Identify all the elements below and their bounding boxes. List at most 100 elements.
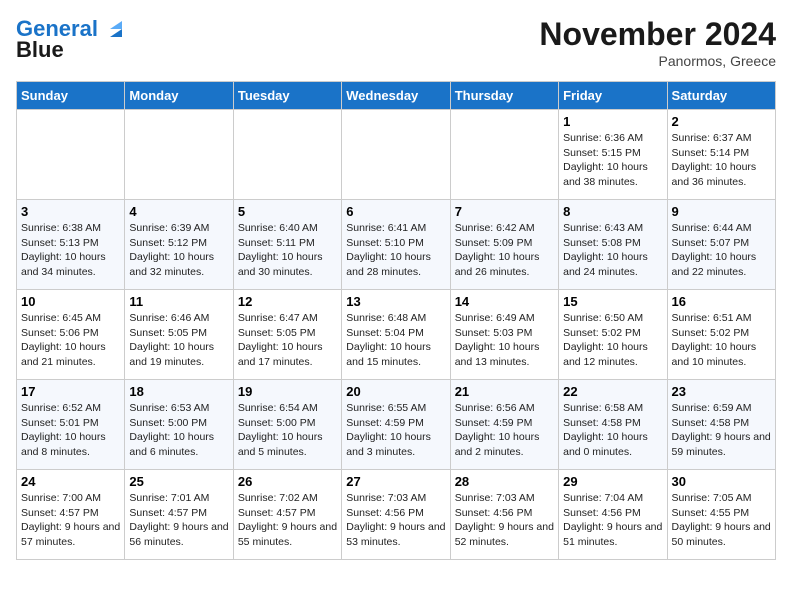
day-info: Sunrise: 6:49 AM Sunset: 5:03 PM Dayligh… — [455, 311, 554, 370]
day-cell: 9 Sunrise: 6:44 AM Sunset: 5:07 PM Daylig… — [667, 200, 775, 290]
day-number: 14 — [455, 294, 554, 309]
day-info: Sunrise: 6:36 AM Sunset: 5:15 PM Dayligh… — [563, 131, 662, 190]
day-cell — [233, 110, 341, 200]
logo-icon — [104, 19, 126, 41]
calendar-table: SundayMondayTuesdayWednesdayThursdayFrid… — [16, 81, 776, 560]
day-cell: 1Sunrise: 6:36 AM Sunset: 5:15 PM Daylig… — [559, 110, 667, 200]
day-info: Sunrise: 6:38 AM Sunset: 5:13 PM Dayligh… — [21, 221, 120, 280]
day-cell: 10Sunrise: 6:45 AM Sunset: 5:06 PM Dayli… — [17, 290, 125, 380]
day-number: 10 — [21, 294, 120, 309]
day-cell — [125, 110, 233, 200]
day-cell: 29Sunrise: 7:04 AM Sunset: 4:56 PM Dayli… — [559, 470, 667, 560]
day-cell: 26Sunrise: 7:02 AM Sunset: 4:57 PM Dayli… — [233, 470, 341, 560]
day-info: Sunrise: 6:40 AM Sunset: 5:11 PM Dayligh… — [238, 221, 337, 280]
day-number: 18 — [129, 384, 228, 399]
day-info: Sunrise: 7:04 AM Sunset: 4:56 PM Dayligh… — [563, 491, 662, 550]
day-cell: 12 Sunrise: 6:47 AM Sunset: 5:05 PM Dayli… — [233, 290, 341, 380]
day-info: Sunrise: 6:58 AM Sunset: 4:58 PM Dayligh… — [563, 401, 662, 460]
day-number: 16 — [672, 294, 771, 309]
day-number: 13 — [346, 294, 445, 309]
day-info: Sunrise: 7:05 AM Sunset: 4:55 PM Dayligh… — [672, 491, 771, 550]
day-cell: 13 Sunrise: 6:48 AM Sunset: 5:04 PM Dayli… — [342, 290, 450, 380]
day-number: 3 — [21, 204, 120, 219]
day-number: 15 — [563, 294, 662, 309]
column-header-wednesday: Wednesday — [342, 82, 450, 110]
logo: General Blue — [16, 16, 126, 63]
day-cell: 3 Sunrise: 6:38 AM Sunset: 5:13 PM Daylig… — [17, 200, 125, 290]
day-cell: 18Sunrise: 6:53 AM Sunset: 5:00 PM Dayli… — [125, 380, 233, 470]
day-info: Sunrise: 6:55 AM Sunset: 4:59 PM Dayligh… — [346, 401, 445, 460]
day-number: 30 — [672, 474, 771, 489]
day-cell: 5 Sunrise: 6:40 AM Sunset: 5:11 PM Daylig… — [233, 200, 341, 290]
day-cell: 19 Sunrise: 6:54 AM Sunset: 5:00 PM Dayli… — [233, 380, 341, 470]
day-number: 4 — [129, 204, 228, 219]
day-info: Sunrise: 6:41 AM Sunset: 5:10 PM Dayligh… — [346, 221, 445, 280]
day-number: 28 — [455, 474, 554, 489]
day-info: Sunrise: 6:44 AM Sunset: 5:07 PM Dayligh… — [672, 221, 771, 280]
day-cell: 25Sunrise: 7:01 AM Sunset: 4:57 PM Dayli… — [125, 470, 233, 560]
title-block: November 2024 Panormos, Greece — [539, 16, 776, 69]
location: Panormos, Greece — [539, 53, 776, 69]
day-cell: 8 Sunrise: 6:43 AM Sunset: 5:08 PM Daylig… — [559, 200, 667, 290]
day-number: 8 — [563, 204, 662, 219]
column-header-thursday: Thursday — [450, 82, 558, 110]
day-number: 17 — [21, 384, 120, 399]
header-row: SundayMondayTuesdayWednesdayThursdayFrid… — [17, 82, 776, 110]
day-cell: 2 Sunrise: 6:37 AM Sunset: 5:14 PM Daylig… — [667, 110, 775, 200]
column-header-saturday: Saturday — [667, 82, 775, 110]
day-info: Sunrise: 6:48 AM Sunset: 5:04 PM Dayligh… — [346, 311, 445, 370]
day-number: 2 — [672, 114, 771, 129]
day-info: Sunrise: 7:03 AM Sunset: 4:56 PM Dayligh… — [455, 491, 554, 550]
day-cell: 15 Sunrise: 6:50 AM Sunset: 5:02 PM Dayli… — [559, 290, 667, 380]
day-info: Sunrise: 7:00 AM Sunset: 4:57 PM Dayligh… — [21, 491, 120, 550]
day-number: 21 — [455, 384, 554, 399]
day-cell — [17, 110, 125, 200]
day-info: Sunrise: 6:47 AM Sunset: 5:05 PM Dayligh… — [238, 311, 337, 370]
day-info: Sunrise: 6:46 AM Sunset: 5:05 PM Dayligh… — [129, 311, 228, 370]
day-number: 5 — [238, 204, 337, 219]
day-cell — [450, 110, 558, 200]
column-header-friday: Friday — [559, 82, 667, 110]
day-info: Sunrise: 6:54 AM Sunset: 5:00 PM Dayligh… — [238, 401, 337, 460]
day-number: 6 — [346, 204, 445, 219]
month-title: November 2024 — [539, 16, 776, 53]
day-info: Sunrise: 7:01 AM Sunset: 4:57 PM Dayligh… — [129, 491, 228, 550]
day-info: Sunrise: 6:51 AM Sunset: 5:02 PM Dayligh… — [672, 311, 771, 370]
day-number: 9 — [672, 204, 771, 219]
day-cell: 6 Sunrise: 6:41 AM Sunset: 5:10 PM Daylig… — [342, 200, 450, 290]
day-info: Sunrise: 6:37 AM Sunset: 5:14 PM Dayligh… — [672, 131, 771, 190]
day-number: 24 — [21, 474, 120, 489]
day-cell: 4 Sunrise: 6:39 AM Sunset: 5:12 PM Daylig… — [125, 200, 233, 290]
day-cell: 28 Sunrise: 7:03 AM Sunset: 4:56 PM Dayli… — [450, 470, 558, 560]
week-row-1: 1Sunrise: 6:36 AM Sunset: 5:15 PM Daylig… — [17, 110, 776, 200]
day-info: Sunrise: 6:42 AM Sunset: 5:09 PM Dayligh… — [455, 221, 554, 280]
week-row-2: 3 Sunrise: 6:38 AM Sunset: 5:13 PM Daylig… — [17, 200, 776, 290]
day-number: 27 — [346, 474, 445, 489]
day-info: Sunrise: 6:50 AM Sunset: 5:02 PM Dayligh… — [563, 311, 662, 370]
day-number: 20 — [346, 384, 445, 399]
day-number: 12 — [238, 294, 337, 309]
day-info: Sunrise: 6:39 AM Sunset: 5:12 PM Dayligh… — [129, 221, 228, 280]
day-number: 23 — [672, 384, 771, 399]
day-info: Sunrise: 6:52 AM Sunset: 5:01 PM Dayligh… — [21, 401, 120, 460]
day-number: 7 — [455, 204, 554, 219]
day-number: 22 — [563, 384, 662, 399]
page-header: General Blue November 2024 Panormos, Gre… — [16, 16, 776, 69]
day-info: Sunrise: 6:56 AM Sunset: 4:59 PM Dayligh… — [455, 401, 554, 460]
day-number: 19 — [238, 384, 337, 399]
day-cell: 27 Sunrise: 7:03 AM Sunset: 4:56 PM Dayli… — [342, 470, 450, 560]
column-header-monday: Monday — [125, 82, 233, 110]
week-row-3: 10Sunrise: 6:45 AM Sunset: 5:06 PM Dayli… — [17, 290, 776, 380]
day-info: Sunrise: 6:59 AM Sunset: 4:58 PM Dayligh… — [672, 401, 771, 460]
day-number: 26 — [238, 474, 337, 489]
day-cell: 17 Sunrise: 6:52 AM Sunset: 5:01 PM Dayli… — [17, 380, 125, 470]
day-cell: 23 Sunrise: 6:59 AM Sunset: 4:58 PM Dayli… — [667, 380, 775, 470]
day-cell: 20 Sunrise: 6:55 AM Sunset: 4:59 PM Dayli… — [342, 380, 450, 470]
calendar-header: SundayMondayTuesdayWednesdayThursdayFrid… — [17, 82, 776, 110]
day-info: Sunrise: 7:03 AM Sunset: 4:56 PM Dayligh… — [346, 491, 445, 550]
day-cell: 14 Sunrise: 6:49 AM Sunset: 5:03 PM Dayli… — [450, 290, 558, 380]
day-cell: 7 Sunrise: 6:42 AM Sunset: 5:09 PM Daylig… — [450, 200, 558, 290]
day-info: Sunrise: 6:43 AM Sunset: 5:08 PM Dayligh… — [563, 221, 662, 280]
calendar-body: 1Sunrise: 6:36 AM Sunset: 5:15 PM Daylig… — [17, 110, 776, 560]
day-number: 11 — [129, 294, 228, 309]
